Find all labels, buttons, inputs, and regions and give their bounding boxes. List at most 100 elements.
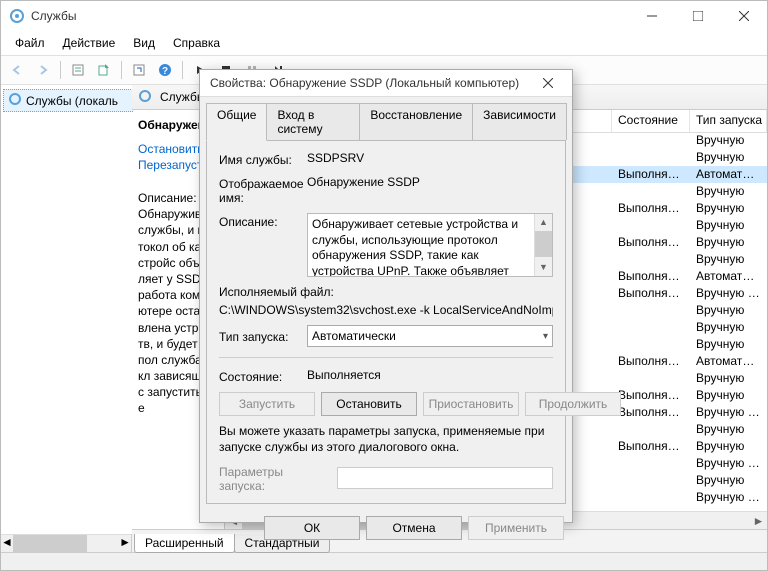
cell-state: [612, 455, 690, 472]
close-button[interactable]: [721, 1, 767, 31]
menu-action[interactable]: Действие: [55, 34, 124, 52]
cell-state: [612, 217, 690, 234]
cell-state: [612, 132, 690, 149]
cell-state: Выполняется: [612, 166, 690, 183]
startup-type-select[interactable]: Автоматически ▾: [307, 325, 553, 347]
cell-startup: Вручную: [690, 387, 767, 404]
cell-state: [612, 149, 690, 166]
services-icon: [9, 8, 25, 24]
maximize-button[interactable]: [675, 1, 721, 31]
back-icon[interactable]: [5, 58, 29, 82]
cell-startup: Вручную: [690, 319, 767, 336]
tree-pane: Службы (локаль: [1, 85, 135, 534]
cell-startup: Автоматиче...: [690, 166, 767, 183]
cell-state: [612, 183, 690, 200]
cell-state: [612, 472, 690, 489]
exe-path: C:\WINDOWS\system32\svchost.exe -k Local…: [219, 303, 553, 317]
export-icon[interactable]: [92, 58, 116, 82]
cell-startup: Вручную: [690, 234, 767, 251]
ok-button[interactable]: ОК: [264, 516, 360, 540]
display-name-value: Обнаружение SSDP: [307, 175, 553, 189]
col-startup[interactable]: Тип запуска: [690, 110, 767, 132]
cell-startup: Вручную (ак...: [690, 285, 767, 302]
pause-button[interactable]: Приостановить: [423, 392, 519, 416]
cell-state: [612, 319, 690, 336]
state-label: Состояние:: [219, 368, 299, 384]
cell-state: [612, 489, 690, 506]
tab-deps[interactable]: Зависимости: [472, 103, 567, 140]
cell-state: [612, 302, 690, 319]
cell-startup: Вручную (ак...: [690, 404, 767, 421]
minimize-button[interactable]: [629, 1, 675, 31]
dialog-close-button[interactable]: [528, 70, 568, 96]
menu-help[interactable]: Справка: [165, 34, 228, 52]
tree-hscroll[interactable]: ◄►: [1, 534, 131, 552]
cell-state: [612, 336, 690, 353]
cell-startup: Вручную: [690, 370, 767, 387]
cell-startup: Вручную (ак...: [690, 455, 767, 472]
dialog-titlebar: Свойства: Обнаружение SSDP (Локальный ко…: [200, 70, 572, 97]
services-icon: [8, 92, 22, 109]
cancel-button[interactable]: Отмена: [366, 516, 462, 540]
dialog-title: Свойства: Обнаружение SSDP (Локальный ко…: [210, 76, 528, 90]
params-input[interactable]: [337, 467, 553, 489]
description-scrollbar[interactable]: ▲▼: [534, 214, 552, 276]
cell-startup: Вручную: [690, 438, 767, 455]
services-window: Службы Файл Действие Вид Справка ? Служб…: [0, 0, 768, 571]
tab-recovery[interactable]: Восстановление: [359, 103, 473, 140]
cell-state: Выполняется: [612, 387, 690, 404]
tree-root[interactable]: Службы (локаль: [3, 89, 133, 112]
menubar: Файл Действие Вид Справка: [1, 31, 767, 55]
tab-general[interactable]: Общие: [206, 103, 267, 141]
cell-startup: Вручную: [690, 421, 767, 438]
cell-startup: Вручную: [690, 336, 767, 353]
cell-startup: Вручную (ак...: [690, 489, 767, 506]
cell-startup: Вручную: [690, 200, 767, 217]
cell-startup: Вручную: [690, 217, 767, 234]
cell-startup: Вручную: [690, 149, 767, 166]
cell-startup: Автоматиче...: [690, 353, 767, 370]
cell-state: Выполняется: [612, 268, 690, 285]
exe-label: Исполняемый файл:: [219, 285, 553, 299]
cell-startup: Вручную: [690, 251, 767, 268]
menu-view[interactable]: Вид: [125, 34, 163, 52]
cell-state: [612, 370, 690, 387]
cell-state: Выполняется: [612, 234, 690, 251]
col-state[interactable]: Состояние: [612, 110, 690, 132]
display-name-label: Отображаемое имя:: [219, 175, 299, 205]
state-value: Выполняется: [307, 368, 553, 382]
cell-state: Выполняется: [612, 404, 690, 421]
titlebar: Службы: [1, 1, 767, 31]
cell-startup: Вручную: [690, 302, 767, 319]
properties-icon[interactable]: [66, 58, 90, 82]
tab-logon[interactable]: Вход в систему: [266, 103, 360, 140]
tree-root-label: Службы (локаль: [26, 94, 118, 108]
cell-startup: Вручную: [690, 132, 767, 149]
menu-file[interactable]: Файл: [7, 34, 53, 52]
window-title: Службы: [31, 9, 629, 23]
stop-button[interactable]: Остановить: [321, 392, 417, 416]
cell-state: Выполняется: [612, 353, 690, 370]
service-name-value: SSDPSRV: [307, 151, 553, 165]
cell-startup: Вручную: [690, 183, 767, 200]
description-text: Обнаруживает сетевые устройства и службы…: [312, 217, 548, 277]
start-button[interactable]: Запустить: [219, 392, 315, 416]
svg-text:?: ?: [162, 66, 168, 77]
startup-type-label: Тип запуска:: [219, 328, 299, 344]
apply-button[interactable]: Применить: [468, 516, 564, 540]
help-icon[interactable]: ?: [153, 58, 177, 82]
refresh-icon[interactable]: [127, 58, 151, 82]
resume-button[interactable]: Продолжить: [525, 392, 621, 416]
cell-state: [612, 251, 690, 268]
forward-icon[interactable]: [31, 58, 55, 82]
statusbar: [1, 552, 767, 570]
dialog-tabs: Общие Вход в систему Восстановление Зави…: [200, 97, 572, 140]
chevron-down-icon: ▾: [543, 331, 548, 342]
cell-state: Выполняется: [612, 285, 690, 302]
description-box[interactable]: Обнаруживает сетевые устройства и службы…: [307, 213, 553, 277]
cell-state: Выполняется: [612, 438, 690, 455]
service-name-label: Имя службы:: [219, 151, 299, 167]
description-label: Описание:: [219, 213, 299, 229]
cell-startup: Вручную: [690, 472, 767, 489]
cell-startup: Автоматиче...: [690, 268, 767, 285]
